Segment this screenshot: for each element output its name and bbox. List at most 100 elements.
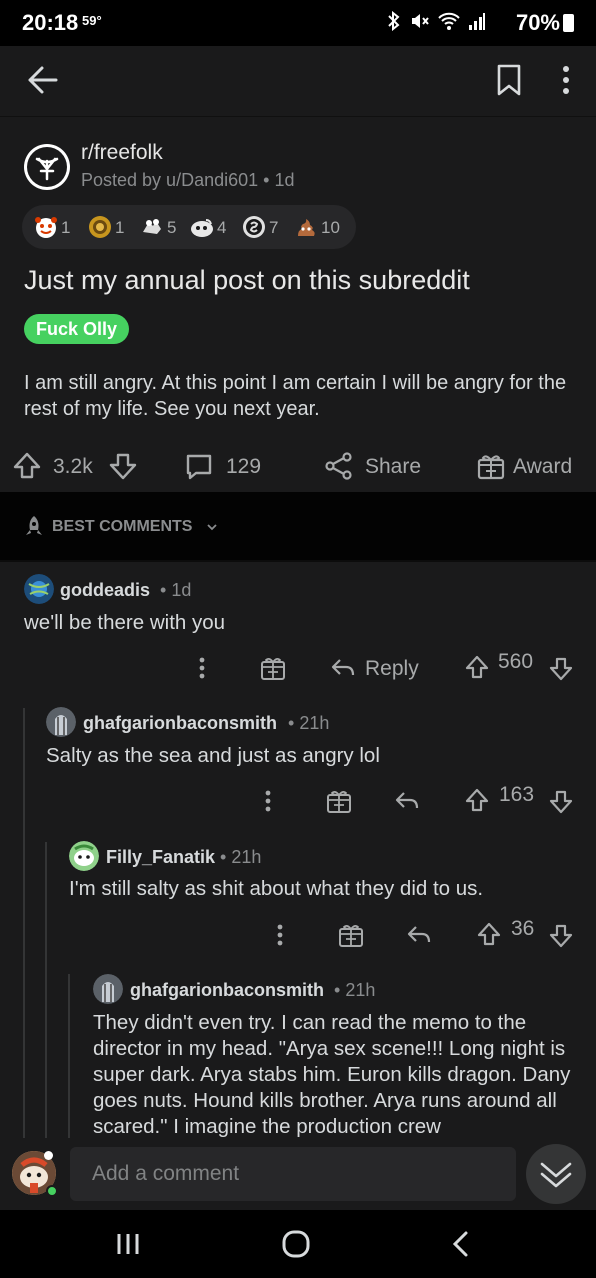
gift-award-icon[interactable] (336, 917, 366, 953)
post-vote-count: 3.2k (53, 455, 93, 478)
comments-list: goddeadis • 1d we'll be there with you R… (0, 560, 596, 1138)
reply-arrow-icon[interactable] (406, 917, 432, 953)
comment-time: • 1d (160, 580, 192, 600)
reply-button[interactable]: Reply (330, 650, 420, 686)
user-avatar[interactable] (93, 974, 123, 1004)
top-app-bar (0, 46, 596, 116)
comment-vote-count: 36 (511, 917, 535, 940)
comment-author[interactable]: ghafgarionbaconsmith (83, 713, 277, 734)
awards-bar[interactable]: 1 1 5 4 7 10 (22, 205, 356, 249)
downvote-icon[interactable] (548, 783, 574, 819)
user-avatar[interactable] (24, 574, 54, 604)
post-author[interactable]: Posted by u/Dandi601 (81, 170, 258, 190)
award-label: Award (513, 455, 573, 478)
comment-actions: Reply 560 (0, 650, 596, 686)
share-label: Share (365, 455, 422, 478)
post-card: r/freefolk Posted by u/Dandi601 • 1d 1 1… (0, 116, 596, 492)
system-back-icon[interactable] (442, 1224, 482, 1264)
upvote-icon[interactable] (476, 917, 502, 953)
more-options-icon[interactable] (190, 650, 214, 686)
comment-author[interactable]: goddeadis (60, 580, 150, 601)
more-options-icon[interactable] (256, 783, 280, 819)
silver-award-icon (243, 216, 265, 238)
gold-coin-award-icon (89, 216, 111, 238)
battery-indicator: 70% (516, 10, 574, 36)
award-count: 5 (167, 218, 177, 237)
gift-award-icon[interactable] (324, 783, 354, 819)
more-options-icon[interactable] (554, 62, 578, 98)
comment-time: • 21h (334, 980, 376, 1000)
gift-award-icon (477, 455, 505, 480)
subreddit-name[interactable]: r/freefolk (81, 141, 163, 165)
comment-author[interactable]: Filly_Fanatik (106, 847, 215, 868)
add-comment-input[interactable] (70, 1147, 516, 1201)
share-icon (325, 452, 352, 480)
thread-line[interactable] (68, 974, 70, 1138)
upvote-icon[interactable] (12, 451, 42, 481)
mute-icon (412, 14, 430, 28)
comment-sort-bar[interactable]: BEST COMMENTS (0, 492, 596, 560)
award-count: 4 (217, 218, 227, 237)
wholesome-award-icon (35, 217, 57, 238)
comment-bubble-icon (186, 454, 212, 480)
post-comments-button[interactable]: 129 (184, 449, 268, 481)
post-comment-count: 129 (226, 455, 262, 478)
status-icons (387, 10, 486, 34)
post-award-button[interactable]: Award (476, 449, 578, 481)
back-arrow-icon[interactable] (22, 60, 62, 100)
sort-label: BEST COMMENTS (52, 518, 193, 535)
battery-percent: 70% (515, 10, 560, 35)
online-status-indicator (46, 1185, 58, 1197)
comment-vote-count: 560 (498, 650, 534, 673)
status-temperature: 59° (82, 13, 102, 28)
comment-text: Salty as the sea and just as angry lol (46, 744, 380, 767)
freefolk-logo-icon (35, 157, 59, 181)
downvote-icon[interactable] (108, 451, 138, 481)
subreddit-avatar[interactable] (24, 144, 70, 190)
chevron-down-icon (207, 524, 217, 531)
recent-apps-icon[interactable] (108, 1224, 148, 1264)
bookmark-icon[interactable] (496, 63, 522, 97)
comment-age: 21h (299, 713, 330, 733)
comment-age: 21h (345, 980, 376, 1000)
comment-actions: 163 (0, 783, 596, 819)
gift-award-icon[interactable] (258, 650, 288, 686)
post-share-button[interactable]: Share (324, 449, 424, 481)
reply-arrow-icon (331, 659, 355, 676)
helpful-award-icon (191, 219, 213, 237)
more-options-icon[interactable] (268, 917, 292, 953)
upvote-icon[interactable] (464, 650, 490, 686)
home-icon[interactable] (276, 1224, 316, 1264)
post-body: I am still angry. At this point I am cer… (24, 372, 567, 420)
comment-author[interactable]: ghafgarionbaconsmith (130, 980, 324, 1001)
comment-age: 21h (231, 847, 262, 867)
reply-label: Reply (365, 657, 419, 680)
rocket-icon (26, 516, 42, 535)
downvote-icon[interactable] (548, 650, 574, 686)
post-flair[interactable]: Fuck Olly (24, 314, 130, 344)
hugz-award-icon (143, 219, 161, 234)
comment-age: 1d (171, 580, 192, 600)
status-time: 20:18 (22, 10, 79, 35)
user-avatar[interactable] (46, 707, 76, 737)
upvote-icon[interactable] (464, 783, 490, 819)
thread-line[interactable] (45, 842, 47, 1138)
bluetooth-icon (388, 10, 400, 32)
user-avatar[interactable] (69, 841, 99, 871)
poop-award-icon (298, 219, 315, 236)
award-count: 10 (321, 218, 340, 237)
award-count: 1 (61, 218, 71, 237)
downvote-icon[interactable] (548, 917, 574, 953)
post-age: 1d (274, 170, 295, 190)
post-vote-group: 3.2k (12, 449, 138, 481)
comment-composer-bar (0, 1138, 596, 1210)
post-action-bar: 3.2k 129 Share Award (0, 445, 596, 485)
comment-text: we'll be there with you (24, 611, 226, 634)
comment-text: They didn't even try. I can read the mem… (93, 1011, 571, 1138)
post-title: Just my annual post on this subreddit (24, 265, 470, 295)
collapse-threads-button[interactable] (526, 1144, 586, 1204)
comment-text: I'm still salty as shit about what they … (69, 877, 484, 900)
system-navigation-bar (0, 1210, 596, 1278)
comment-actions: 36 (0, 917, 596, 953)
reply-arrow-icon[interactable] (394, 783, 420, 819)
